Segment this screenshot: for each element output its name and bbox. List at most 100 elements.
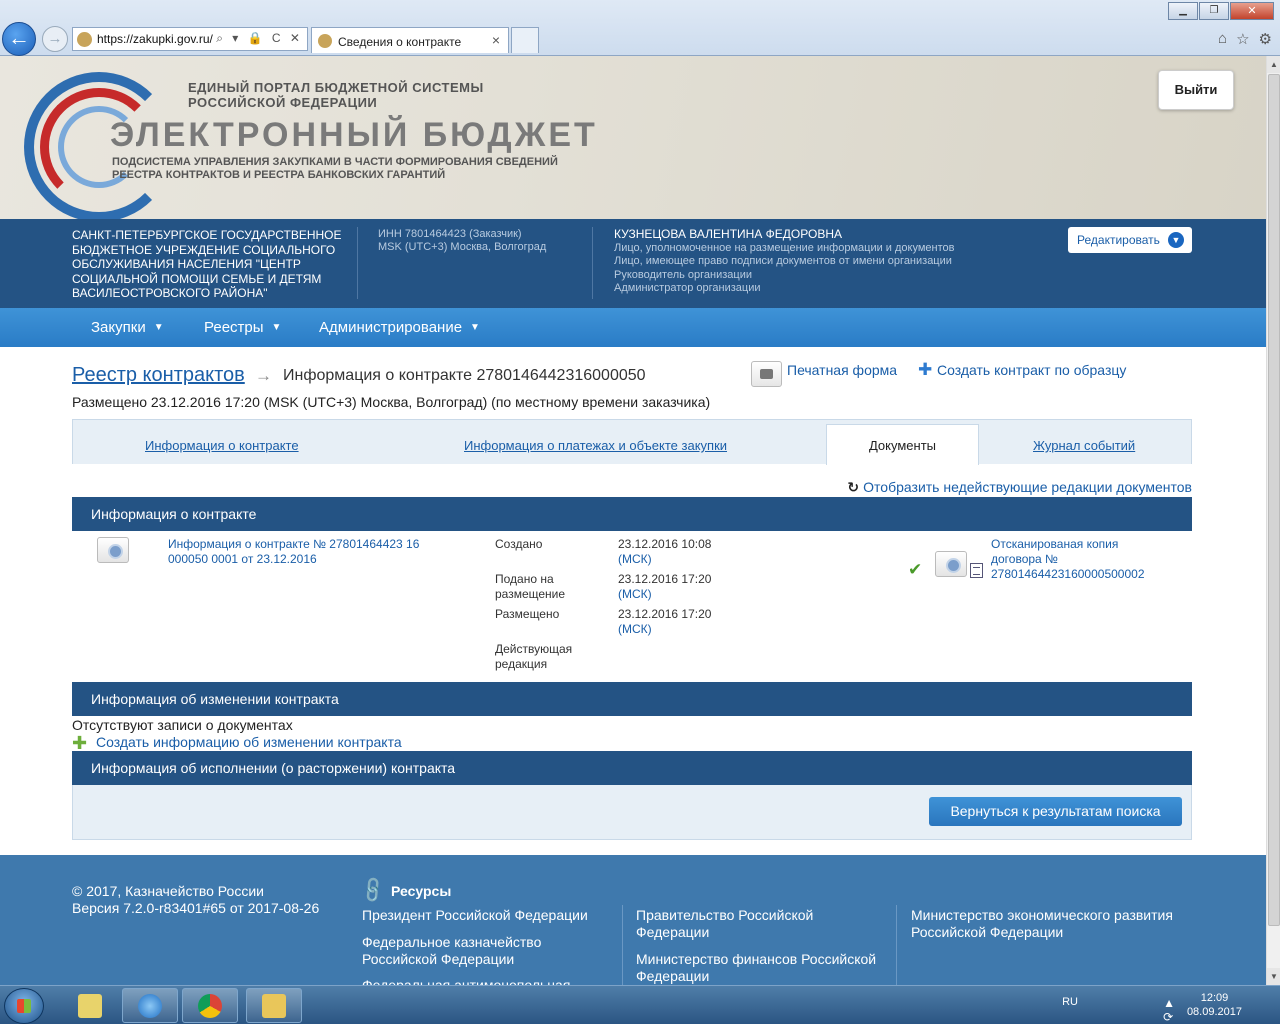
document-seal-icon[interactable]	[935, 551, 967, 577]
organization-name: САНКТ-ПЕТЕРБУРГСКОЕ ГОСУДАРСТВЕННОЕ БЮДЖ…	[72, 228, 342, 300]
footer-link-antimonopoly[interactable]: Федеральная антимонопольная	[362, 977, 570, 985]
footer-separator	[622, 905, 623, 985]
plus-icon: ✚	[918, 360, 933, 379]
home-icon[interactable]: ⌂	[1218, 30, 1227, 48]
file-icon	[970, 563, 983, 578]
forward-arrow-icon: →	[47, 30, 63, 47]
create-change-info-link[interactable]: Создать информацию об изменении контракт…	[96, 734, 402, 750]
scroll-down-icon[interactable]: ▼	[1267, 968, 1280, 985]
page-scrollbar[interactable]: ▲ ▼	[1266, 56, 1280, 985]
address-bar[interactable]: https://zakupki.gov.ru/ ⌕ ▾ 🔒 C ✕	[72, 27, 308, 51]
chevron-down-icon: ▼	[271, 322, 282, 333]
link-chain-icon: 🔗	[357, 875, 388, 905]
back-to-search-results-button[interactable]: Вернуться к результатам поиска	[929, 797, 1182, 826]
user-role: Администратор организации	[614, 282, 761, 294]
document-seal-icon[interactable]	[97, 537, 129, 563]
favorites-star-icon[interactable]: ☆	[1236, 30, 1249, 48]
browser-chrome: ← → https://zakupki.gov.ru/ ⌕ ▾ 🔒 C ✕ Св…	[0, 0, 1280, 56]
scroll-thumb[interactable]	[1268, 74, 1280, 926]
user-name: КУЗНЕЦОВА ВАЛЕНТИНА ФЕДОРОВНА	[614, 227, 843, 241]
site-header: ЕДИНЫЙ ПОРТАЛ БЮДЖЕТНОЙ СИСТЕМЫ РОССИЙСК…	[0, 56, 1266, 219]
footer-link-minfin[interactable]: Министерство финансов Российской Федерац…	[636, 951, 876, 985]
show-inactive-editions-link[interactable]: ↻ Отобразить недействующие редакции докум…	[847, 479, 1192, 496]
footer-copyright: © 2017, Казначейство России Версия 7.2.0…	[72, 883, 320, 916]
subsystem-title: ПОДСИСТЕМА УПРАВЛЕНИЯ ЗАКУПКАМИ В ЧАСТИ …	[112, 156, 558, 181]
back-button[interactable]: ←	[2, 22, 36, 56]
posted-value: 23.12.2016 17:20 (МСК)	[618, 607, 712, 636]
site-favicon-icon	[77, 32, 92, 47]
section-header-contract-execution: Информация об исполнении (о расторжении)…	[72, 751, 1192, 785]
tab-close-icon[interactable]: ×	[492, 32, 500, 48]
org-separator	[357, 227, 358, 299]
notes-icon	[78, 994, 102, 1018]
chevron-down-icon: ▼	[470, 322, 480, 333]
created-label: Создано	[495, 537, 543, 551]
user-role: Лицо, уполномоченное на размещение инфор…	[614, 241, 955, 254]
tab-title: Сведения о контракте	[338, 35, 462, 49]
tab-contract-info[interactable]: Информация о контракте	[145, 438, 299, 453]
tab-documents[interactable]: Документы	[826, 424, 979, 465]
menu-item-administration[interactable]: Администрирование ▼	[319, 319, 480, 336]
posted-label: Размещено	[495, 607, 560, 621]
contract-document-link[interactable]: Информация о контракте № 27801464423 16 …	[168, 537, 419, 567]
taskbar-app-notes[interactable]	[62, 988, 118, 1023]
maximize-button[interactable]: ❐	[1199, 2, 1229, 20]
tab-payments[interactable]: Информация о платежах и объекте закупки	[464, 438, 727, 453]
taskbar-app-ie[interactable]	[122, 988, 178, 1023]
chevron-down-icon: ▼	[153, 322, 164, 333]
check-icon: ✔	[908, 560, 923, 579]
footer-link-treasury[interactable]: Федеральное казначейство Российской Феде…	[362, 934, 541, 968]
menu-item-purchases[interactable]: Закупки ▼	[91, 319, 164, 336]
create-contract-from-template-link[interactable]: Создать контракт по образцу	[937, 362, 1126, 378]
org-separator	[592, 227, 593, 299]
taskbar-app-explorer[interactable]	[246, 988, 302, 1023]
new-tab-button[interactable]	[511, 27, 539, 53]
chrome-icon	[198, 994, 222, 1018]
footer-link-president[interactable]: Президент Российской Федерации	[362, 907, 588, 924]
language-indicator[interactable]: RU	[1062, 996, 1078, 1008]
created-value: 23.12.2016 10:08 (МСК)	[618, 537, 712, 566]
chevron-down-icon: ▼	[1168, 232, 1184, 248]
minimize-button[interactable]: ▁	[1168, 2, 1198, 20]
footer-separator	[896, 905, 897, 985]
back-arrow-icon: ←	[8, 25, 30, 50]
page-title: Информация о контракте 27801464423160000…	[283, 367, 646, 384]
tray-icons[interactable]: ▲ ⟳ ⊡ 🔊	[1163, 996, 1186, 1024]
footer-link-government[interactable]: Правительство Российской Федерации	[636, 907, 813, 941]
printer-icon[interactable]	[751, 361, 782, 387]
user-role: Лицо, имеющее право подписи документов о…	[614, 255, 952, 267]
browser-tools: ⌂ ☆ ⚙	[1218, 30, 1272, 48]
tab-favicon-icon	[318, 34, 332, 48]
edit-profile-button[interactable]: Редактировать ▼	[1068, 227, 1192, 253]
footer-link-mineconomy[interactable]: Министерство экономического развития Рос…	[911, 907, 1173, 941]
print-form-link[interactable]: Печатная форма	[787, 362, 897, 378]
edit-label: Редактировать	[1077, 233, 1160, 247]
breadcrumb-contracts-register[interactable]: Реестр контрактов	[72, 364, 245, 387]
footer: © 2017, Казначейство России Версия 7.2.0…	[0, 855, 1266, 985]
internet-explorer-icon	[138, 994, 162, 1018]
organization-inn: ИНН 7801464423 (Заказчик) MSK (UTC+3) Мо…	[378, 228, 547, 253]
forward-button[interactable]: →	[42, 26, 68, 52]
window-controls: ▁ ❐ ✕	[1168, 2, 1274, 20]
tab-event-log[interactable]: Журнал событий	[1033, 438, 1135, 453]
settings-gear-icon[interactable]: ⚙	[1259, 30, 1272, 48]
taskbar-app-chrome[interactable]	[182, 988, 238, 1023]
posted-info: Размещено 23.12.2016 17:20 (MSK (UTC+3) …	[72, 394, 711, 410]
browser-tab-active[interactable]: Сведения о контракте ×	[311, 27, 509, 53]
menu-item-registers[interactable]: Реестры ▼	[204, 319, 281, 336]
scanned-copy-link[interactable]: Отсканированая копия договора № 27801464…	[991, 537, 1145, 582]
address-controls-icons[interactable]: ⌕ ▾ 🔒 C ✕	[216, 31, 303, 46]
clock[interactable]: 12:09 08.09.2017	[1187, 991, 1242, 1019]
portal-title: ЕДИНЫЙ ПОРТАЛ БЮДЖЕТНОЙ СИСТЕМЫ РОССИЙСК…	[188, 80, 484, 110]
start-button[interactable]	[4, 988, 44, 1024]
window-close-button[interactable]: ✕	[1230, 2, 1274, 20]
logout-button[interactable]: Выйти	[1158, 70, 1234, 110]
user-role: Руководитель организации	[614, 268, 753, 281]
submitted-label: Подано на размещение	[495, 572, 566, 601]
refresh-icon: ↻	[847, 479, 860, 495]
system-title: ЭЛЕКТРОННЫЙ БЮДЖЕТ	[110, 116, 598, 154]
address-url: https://zakupki.gov.ru/	[97, 32, 213, 46]
folder-icon	[262, 994, 286, 1018]
scroll-up-icon[interactable]: ▲	[1267, 56, 1280, 73]
breadcrumb-arrow-icon: →	[255, 366, 272, 385]
